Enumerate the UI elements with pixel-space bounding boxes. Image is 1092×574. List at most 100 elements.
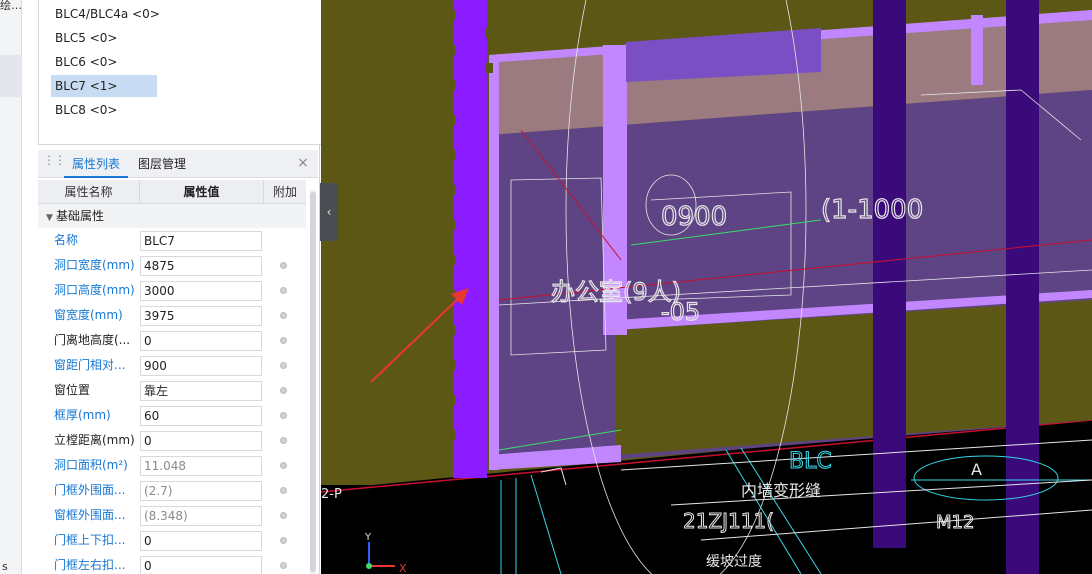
property-name: 窗宽度(mm) <box>54 308 123 322</box>
property-grid: 属性名称 属性值 附加 ▼ 基础属性 名称 BLC7 洞口宽度(mm) 4875 洞口高度… <box>38 180 306 574</box>
panel-scrollbar-thumb[interactable] <box>310 192 316 572</box>
attach-dot-icon[interactable] <box>280 462 287 469</box>
property-name: 窗位置 <box>54 383 91 397</box>
cad-text-door-code: M12 <box>936 512 974 533</box>
cad-text-joint: 内墙变形缝 <box>741 481 821 500</box>
cad-text-ramp: 缓坡过度 <box>706 554 762 570</box>
property-value-field[interactable]: 4875 <box>140 256 262 276</box>
property-group-label: 基础属性 <box>56 209 105 223</box>
chevron-down-icon[interactable]: ▼ <box>46 206 56 230</box>
property-row[interactable]: 立樘距离(mm) 0 <box>38 428 306 453</box>
violet-column <box>1006 0 1039 574</box>
app-root: 绘… s BLC4/BLC4a <0> BLC5 <0> BLC6 <0> BL… <box>0 0 1092 574</box>
property-value-field[interactable]: 3000 <box>140 281 262 301</box>
property-name: 门框左右扣... <box>54 558 126 572</box>
property-row[interactable]: 门框左右扣... 0 <box>38 553 306 574</box>
floor-list-item[interactable]: BLC5 <0> <box>51 27 122 49</box>
property-row[interactable]: 门框外围面... (2.7) <box>38 478 306 503</box>
property-name: 窗距门相对... <box>54 358 126 372</box>
property-value-field[interactable]: 0 <box>140 431 262 451</box>
collapse-panel-button[interactable]: ‹ <box>320 183 338 241</box>
property-name: 洞口宽度(mm) <box>54 258 135 272</box>
cad-text-room-area: -05 <box>661 298 700 326</box>
cad-3d-viewport[interactable]: 0900 (1-1000 办公室(9人) -05 BLC 内墙变形缝 21ZJ1… <box>321 0 1092 574</box>
attach-dot-icon[interactable] <box>280 487 287 494</box>
property-value-field[interactable]: 靠左 <box>140 381 262 401</box>
attach-dot-icon[interactable] <box>280 437 287 444</box>
column-header-extra: 附加 <box>272 185 297 199</box>
property-value-field[interactable]: 0 <box>140 331 262 351</box>
property-value-field[interactable]: 900 <box>140 356 262 376</box>
cad-text-blc: BLC <box>789 449 832 474</box>
left-strip-label: 绘… <box>0 0 22 12</box>
left-sidebar-strip: 绘… s <box>0 0 22 574</box>
property-name: 框厚(mm) <box>54 408 111 422</box>
property-row[interactable]: 框厚(mm) 60 <box>38 403 306 428</box>
property-name: 立樘距离(mm) <box>54 433 135 447</box>
attach-dot-icon[interactable] <box>280 512 287 519</box>
window-frame-left <box>489 55 499 470</box>
floor-list-item[interactable]: BLC6 <0> <box>51 51 122 73</box>
properties-panel: BLC4/BLC4a <0> BLC5 <0> BLC6 <0> BLC7 <1… <box>22 0 338 574</box>
cad-text-edge: 2-P <box>321 487 342 502</box>
property-row[interactable]: 洞口宽度(mm) 4875 <box>38 253 306 278</box>
attach-dot-icon[interactable] <box>280 337 287 344</box>
property-grid-header: 属性名称 属性值 附加 <box>38 180 306 204</box>
viewport-canvas: 0900 (1-1000 办公室(9人) -05 BLC 内墙变形缝 21ZJ1… <box>321 0 1092 574</box>
property-group-basic[interactable]: ▼ 基础属性 <box>38 204 306 228</box>
left-strip-bottom-label: s <box>2 560 8 573</box>
cad-text-0900: 0900 <box>661 202 727 232</box>
property-name: 门框外围面... <box>54 483 126 497</box>
property-value-field: (2.7) <box>140 481 262 501</box>
attach-dot-icon[interactable] <box>280 412 287 419</box>
property-value-field[interactable]: 0 <box>140 556 262 574</box>
property-value-field[interactable]: 60 <box>140 406 262 426</box>
property-row[interactable]: 门离地高度(... 0 <box>38 328 306 353</box>
panel-scrollbar[interactable] <box>310 190 316 574</box>
property-row[interactable]: 窗框外围面... (8.348) <box>38 503 306 528</box>
property-value-field: 11.048 <box>140 456 262 476</box>
attach-dot-icon[interactable] <box>280 312 287 319</box>
attach-dot-icon[interactable] <box>280 537 287 544</box>
left-strip-selected-item[interactable] <box>0 55 22 97</box>
property-value-field[interactable]: 0 <box>140 531 262 551</box>
attach-dot-icon[interactable] <box>280 262 287 269</box>
property-row[interactable]: 窗位置 靠左 <box>38 378 306 403</box>
attach-dot-icon[interactable] <box>280 287 287 294</box>
column-header-value: 属性值 <box>140 180 264 204</box>
property-name: 门框上下扣... <box>54 533 126 547</box>
floor-list-item[interactable]: BLC8 <0> <box>51 99 122 121</box>
property-name: 门离地高度(... <box>54 333 131 347</box>
property-value-field[interactable]: BLC7 <box>140 231 262 251</box>
floor-list-item[interactable]: BLC4/BLC4a <0> <box>51 3 164 25</box>
tab-layer-management[interactable]: 图层管理 <box>138 150 186 178</box>
axis-x-label: X <box>399 562 407 574</box>
floor-list: BLC4/BLC4a <0> BLC5 <0> BLC6 <0> BLC7 <1… <box>38 0 338 145</box>
attach-dot-icon[interactable] <box>280 562 287 569</box>
purple-column <box>453 0 487 478</box>
property-row[interactable]: 洞口面积(m²) 11.048 <box>38 453 306 478</box>
close-icon[interactable]: × <box>296 156 310 170</box>
attach-dot-icon[interactable] <box>280 362 287 369</box>
property-name: 洞口高度(mm) <box>54 283 135 297</box>
drag-handle-icon[interactable]: ⋮⋮ <box>43 154 66 172</box>
axis-y-label: Y <box>364 532 372 543</box>
cad-text-axis-a: A <box>971 460 982 479</box>
attach-dot-icon[interactable] <box>280 387 287 394</box>
property-value-field: (8.348) <box>140 506 262 526</box>
property-row[interactable]: 洞口高度(mm) 3000 <box>38 278 306 303</box>
property-name: 名称 <box>54 233 79 247</box>
cad-text-window-code: (1-1000 <box>821 195 923 225</box>
property-rows: 名称 BLC7 洞口宽度(mm) 4875 洞口高度(mm) 3000 窗宽度(mm) 397… <box>38 228 306 574</box>
property-row[interactable]: 门框上下扣... 0 <box>38 528 306 553</box>
cad-text-ref: 21ZJ111( <box>683 509 774 533</box>
tab-property-list[interactable]: 属性列表 <box>64 150 128 178</box>
floor-list-item-selected[interactable]: BLC7 <1> <box>51 75 157 97</box>
property-row[interactable]: 名称 BLC7 <box>38 228 306 253</box>
property-row[interactable]: 窗距门相对... 900 <box>38 353 306 378</box>
column-header-name: 属性名称 <box>38 180 140 204</box>
property-value-field[interactable]: 3975 <box>140 306 262 326</box>
panel-tabs: ⋮⋮ 属性列表 图层管理 × <box>38 150 318 178</box>
property-row[interactable]: 窗宽度(mm) 3975 <box>38 303 306 328</box>
property-name: 洞口面积(m²) <box>54 458 128 472</box>
